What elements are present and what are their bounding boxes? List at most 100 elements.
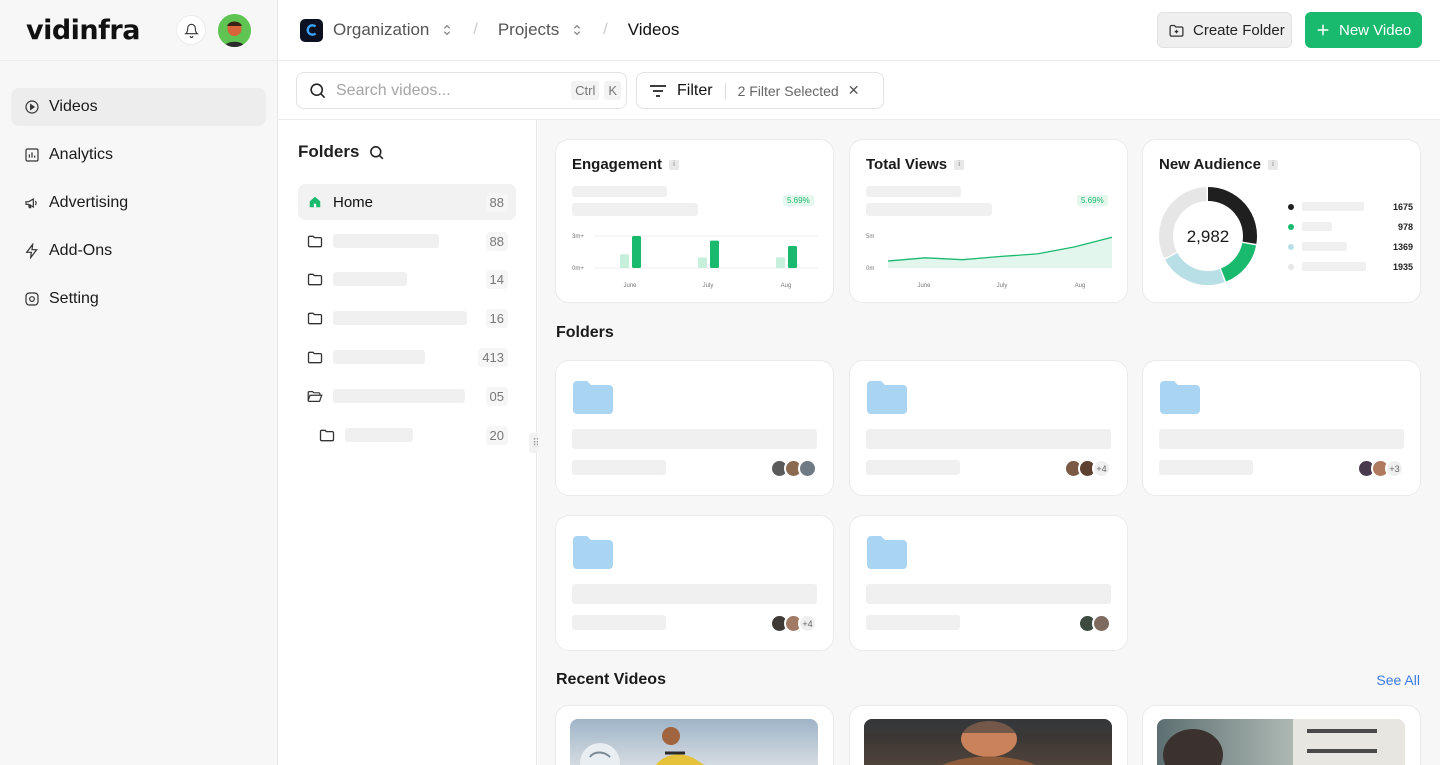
legend-value: 1675 [1392, 201, 1413, 212]
folder-tree-item-nested[interactable]: 20 [298, 417, 516, 453]
folder-icon [867, 381, 907, 414]
folder-count: 88 [485, 231, 508, 251]
member-avatars: +3 [1357, 459, 1404, 478]
y-tick-label: 0m [866, 266, 874, 272]
sidebar-item-label: Videos [49, 98, 98, 115]
info-icon[interactable]: i [1267, 159, 1278, 170]
folder-tree-item[interactable]: 05 [298, 378, 516, 414]
filter-selected-count: 2 Filter Selected [737, 82, 839, 99]
folder-icon [573, 536, 613, 569]
sidebar-item-add-ons[interactable]: Add-Ons [11, 232, 266, 270]
breadcrumb-organization[interactable]: Organization [333, 20, 429, 40]
skeleton-line [572, 203, 698, 216]
folder-tree-item[interactable]: 14 [298, 261, 516, 297]
folder-tree-label: Home [333, 193, 374, 211]
info-icon[interactable]: i [669, 159, 680, 170]
total-views-title-text: Total Views [866, 156, 948, 173]
video-thumbnail-illustration [1163, 719, 1405, 765]
folder-card[interactable] [849, 515, 1128, 651]
new-audience-card: New Audience i 2,982 1675 978 1369 1935 [1142, 139, 1421, 303]
sidebar-item-label: Add-Ons [49, 242, 113, 259]
folder-open-icon [307, 390, 323, 402]
donut-slice [1165, 252, 1225, 285]
search-input[interactable]: Search videos... Ctrl K [296, 72, 627, 109]
folder-tree-item[interactable]: 413 [298, 339, 516, 375]
legend-value: 1935 [1392, 261, 1413, 272]
filter-divider [724, 82, 726, 99]
user-avatar[interactable] [218, 14, 251, 47]
organization-logo [300, 18, 323, 42]
video-thumbnail[interactable] [570, 719, 818, 765]
engagement-bars [620, 236, 797, 268]
breadcrumb-projects[interactable]: Projects [498, 20, 559, 40]
skeleton-line [866, 186, 961, 197]
search-icon[interactable] [368, 144, 385, 161]
total-views-change-badge: 5.69% [1077, 195, 1108, 206]
sidebar-item-advertising[interactable]: Advertising [11, 184, 266, 222]
legend-dot [1288, 243, 1294, 250]
avatar-illustration [218, 14, 251, 47]
skeleton-line [572, 429, 817, 449]
clear-filter-icon[interactable]: ✕ [848, 82, 860, 99]
x-tick-label: June [623, 283, 637, 289]
video-thumbnail[interactable] [864, 719, 1112, 765]
total-views-title: Total Views i [866, 156, 965, 173]
total-views-area [888, 237, 1112, 268]
bolt-icon [25, 243, 38, 259]
folder-card[interactable] [555, 360, 834, 496]
video-card[interactable] [849, 705, 1128, 765]
brand-logo[interactable]: vidinfra [26, 15, 140, 46]
folder-card[interactable]: +4 [849, 360, 1128, 496]
bell-icon [183, 23, 199, 38]
chevron-up-down-icon[interactable] [441, 23, 453, 37]
chevron-up-down-icon[interactable] [571, 23, 583, 37]
play-circle-icon [25, 100, 39, 114]
folder-icon [307, 312, 323, 324]
info-icon[interactable]: i [954, 159, 965, 170]
folder-count: 14 [485, 269, 508, 289]
video-card[interactable] [555, 705, 834, 765]
filter-button[interactable]: Filter 2 Filter Selected ✕ [636, 72, 884, 109]
notifications-button[interactable] [176, 15, 206, 45]
folder-card[interactable]: +4 [555, 515, 834, 651]
legend-value: 1369 [1392, 241, 1413, 252]
folder-name-placeholder [333, 272, 407, 286]
folder-tree-item[interactable]: 16 [298, 300, 516, 336]
folders-title-text: Folders [298, 142, 360, 161]
folder-card[interactable]: +3 [1142, 360, 1421, 496]
legend-item: 1935 [1288, 261, 1413, 272]
main-content: Engagement i 5.69% 3m+ 0m+ June July Aug… [538, 120, 1440, 765]
skeleton-line [866, 429, 1111, 449]
donut-slice [1220, 242, 1257, 282]
folder-tree-item-home[interactable]: Home 88 [298, 184, 516, 220]
see-all-link[interactable]: See All [1376, 672, 1420, 688]
x-tick-label: Aug [781, 283, 792, 289]
folder-count: 16 [485, 308, 508, 328]
more-members-count: +3 [1385, 459, 1404, 478]
search-icon [310, 83, 326, 99]
folder-tree-item[interactable]: 88 [298, 223, 516, 259]
video-card[interactable] [1142, 705, 1421, 765]
new-video-button[interactable]: New Video [1305, 12, 1422, 48]
y-tick-label: 5m [866, 234, 874, 240]
engagement-bar [698, 257, 707, 268]
folder-icon [307, 235, 323, 247]
video-thumbnail[interactable] [1157, 719, 1405, 765]
folders-panel: Folders Home 88 88 14 16 413 05 20 [278, 120, 537, 765]
legend-item: 978 [1288, 222, 1413, 232]
folders-panel-title: Folders [298, 142, 385, 162]
sidebar-item-analytics[interactable]: Analytics [11, 136, 266, 174]
logo-row: vidinfra [0, 0, 277, 61]
folder-name-placeholder [345, 428, 413, 442]
plus-icon [1317, 24, 1329, 36]
folder-count: 05 [485, 386, 508, 406]
create-folder-label: Create Folder [1193, 21, 1285, 39]
sidebar-item-videos[interactable]: Videos [11, 88, 266, 126]
sidebar-item-setting[interactable]: Setting [11, 280, 266, 318]
engagement-title: Engagement i [572, 156, 680, 173]
legend-label-placeholder [1302, 242, 1347, 251]
top-bar: Organization / Projects / Videos Create … [278, 0, 1440, 61]
create-folder-button[interactable]: Create Folder [1157, 12, 1292, 48]
shortcut-k: K [604, 81, 621, 100]
avatar [798, 459, 817, 478]
